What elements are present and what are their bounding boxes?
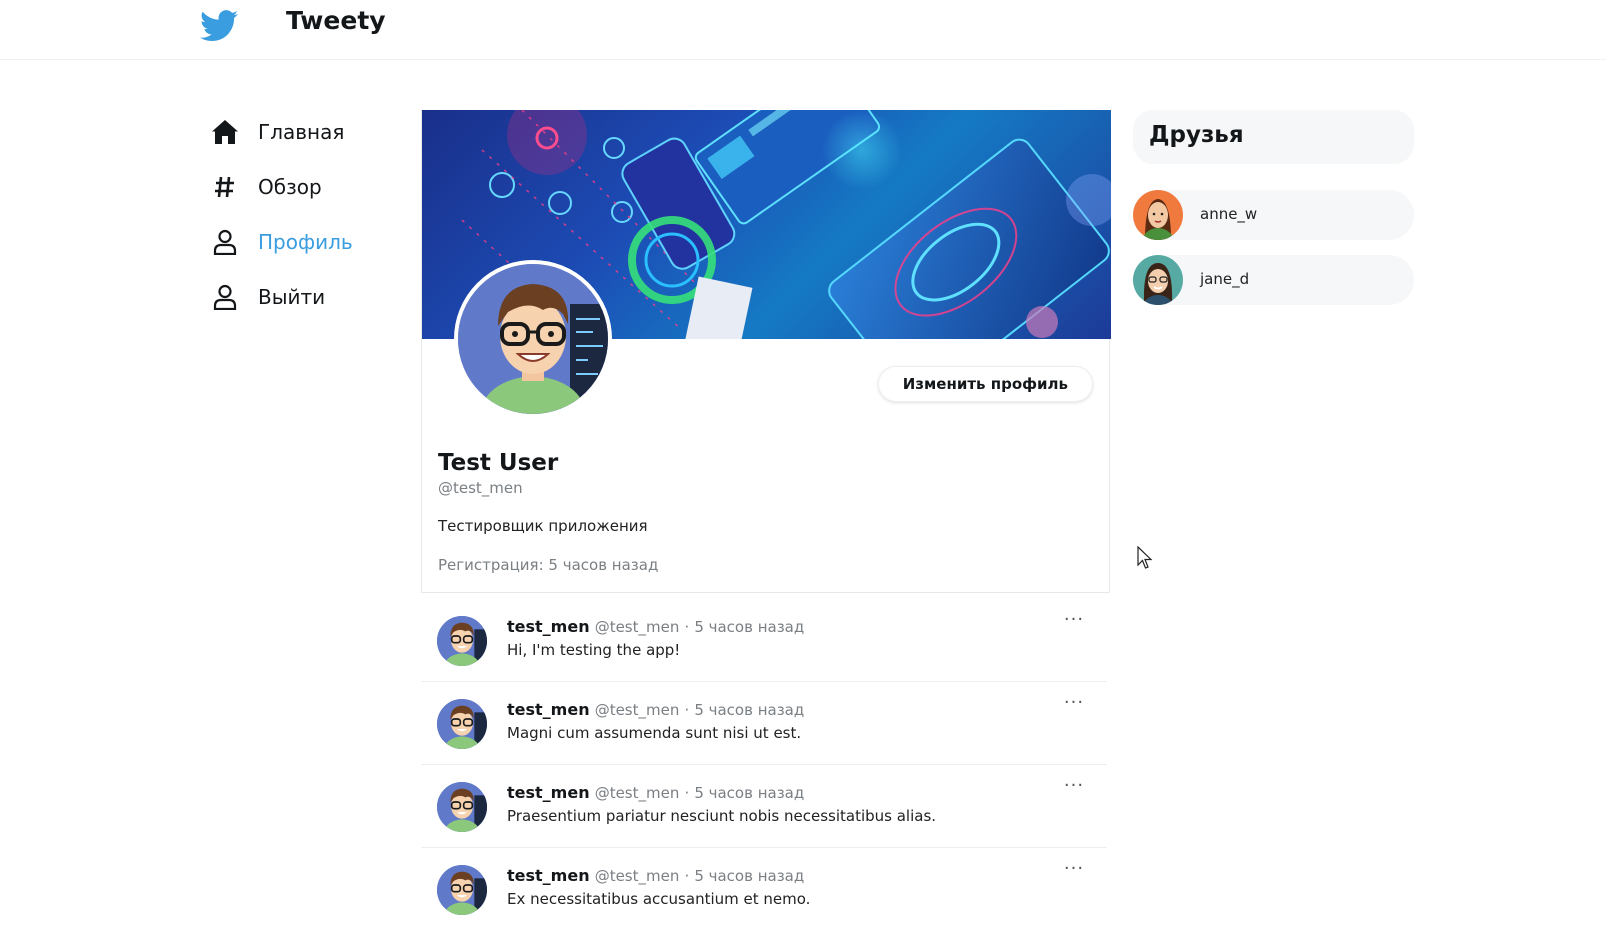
tweet-separator: · bbox=[684, 701, 690, 719]
profile-bio: Тестировщик приложения bbox=[438, 517, 648, 535]
user-icon bbox=[210, 282, 240, 312]
tweet-header: test_men @test_men · 5 часов назад bbox=[507, 866, 804, 885]
tweet-avatar[interactable] bbox=[437, 616, 487, 666]
tweet-text: Praesentium pariatur nesciunt nobis nece… bbox=[507, 807, 937, 825]
profile-registered: Регистрация: 5 часов назад bbox=[438, 556, 659, 574]
user-icon bbox=[210, 227, 240, 257]
tweet-list: test_men @test_men · 5 часов назад Hi, I… bbox=[421, 593, 1110, 931]
tweet-time: 5 часов назад bbox=[694, 784, 805, 802]
nav-item-explore[interactable]: Обзор bbox=[210, 159, 400, 214]
edit-profile-button[interactable]: Изменить профиль bbox=[877, 366, 1093, 402]
tweet-separator: · bbox=[684, 867, 690, 885]
hash-icon bbox=[210, 172, 240, 202]
tweet-separator: · bbox=[684, 784, 690, 802]
profile-card: Изменить профиль Test User @test_men Тес… bbox=[421, 110, 1111, 593]
tweet-separator: · bbox=[684, 618, 690, 636]
tweet-avatar[interactable] bbox=[437, 699, 487, 749]
tweet-item[interactable]: test_men @test_men · 5 часов назад Magni… bbox=[421, 682, 1107, 765]
tweet-avatar[interactable] bbox=[437, 782, 487, 832]
friend-avatar[interactable] bbox=[1133, 190, 1183, 240]
nav-item-logout[interactable]: Выйти bbox=[210, 269, 400, 324]
nav-label-explore: Обзор bbox=[258, 174, 322, 199]
tweet-username[interactable]: test_men bbox=[507, 700, 590, 719]
nav-label-logout: Выйти bbox=[258, 284, 326, 309]
tweet-header: test_men @test_men · 5 часов назад bbox=[507, 783, 804, 802]
tweet-handle: @test_men bbox=[594, 618, 680, 636]
tweet-header: test_men @test_men · 5 часов назад bbox=[507, 700, 804, 719]
top-bar: Tweety bbox=[0, 0, 1606, 60]
tweet-time: 5 часов назад bbox=[694, 701, 805, 719]
nav-label-profile: Профиль bbox=[258, 229, 353, 254]
friend-name: anne_w bbox=[1200, 205, 1258, 223]
tweet-username[interactable]: test_men bbox=[507, 783, 590, 802]
nav-item-profile[interactable]: Профиль bbox=[210, 214, 400, 269]
tweet-text: Magni cum assumenda sunt nisi ut est. bbox=[507, 724, 802, 742]
more-options-icon[interactable]: ··· bbox=[1059, 858, 1089, 879]
friend-name: jane_d bbox=[1200, 270, 1250, 288]
friend-item[interactable]: anne_w bbox=[1133, 190, 1414, 240]
tweet-time: 5 часов назад bbox=[694, 618, 805, 636]
tweet-item[interactable]: test_men @test_men · 5 часов назад Ex ne… bbox=[421, 848, 1107, 931]
more-options-icon[interactable]: ··· bbox=[1059, 609, 1089, 630]
friend-avatar[interactable] bbox=[1133, 255, 1183, 305]
tweet-item[interactable]: test_men @test_men · 5 часов назад Hi, I… bbox=[421, 599, 1107, 682]
tweet-text: Hi, I'm testing the app! bbox=[507, 641, 681, 659]
mouse-cursor-icon bbox=[1137, 546, 1153, 569]
friends-title: Друзья bbox=[1149, 122, 1244, 148]
profile-name: Test User bbox=[438, 450, 559, 476]
tweet-handle: @test_men bbox=[594, 784, 680, 802]
friend-item[interactable]: jane_d bbox=[1133, 255, 1414, 305]
nav-item-home[interactable]: Главная bbox=[210, 104, 400, 159]
app-title: Tweety bbox=[286, 6, 386, 35]
sidebar-nav: Главная Обзор Профиль Выйти bbox=[210, 104, 400, 324]
tweet-username[interactable]: test_men bbox=[507, 617, 590, 636]
nav-label-home: Главная bbox=[258, 119, 345, 144]
more-options-icon[interactable]: ··· bbox=[1059, 692, 1089, 713]
tweet-time: 5 часов назад bbox=[694, 867, 805, 885]
tweet-avatar[interactable] bbox=[437, 865, 487, 915]
tweet-text: Ex necessitatibus accusantium et nemo. bbox=[507, 890, 811, 908]
tweet-header: test_men @test_men · 5 часов назад bbox=[507, 617, 804, 636]
tweet-handle: @test_men bbox=[594, 701, 680, 719]
profile-handle: @test_men bbox=[438, 479, 523, 497]
tweet-username[interactable]: test_men bbox=[507, 866, 590, 885]
friends-panel-header: Друзья bbox=[1133, 110, 1414, 164]
tweet-item[interactable]: test_men @test_men · 5 часов назад Praes… bbox=[421, 765, 1107, 848]
tweet-handle: @test_men bbox=[594, 867, 680, 885]
more-options-icon[interactable]: ··· bbox=[1059, 775, 1089, 796]
profile-avatar[interactable] bbox=[454, 260, 612, 418]
main-column: Изменить профиль Test User @test_men Тес… bbox=[421, 110, 1111, 931]
home-icon bbox=[210, 117, 240, 147]
twitter-bird-icon[interactable] bbox=[200, 10, 238, 42]
